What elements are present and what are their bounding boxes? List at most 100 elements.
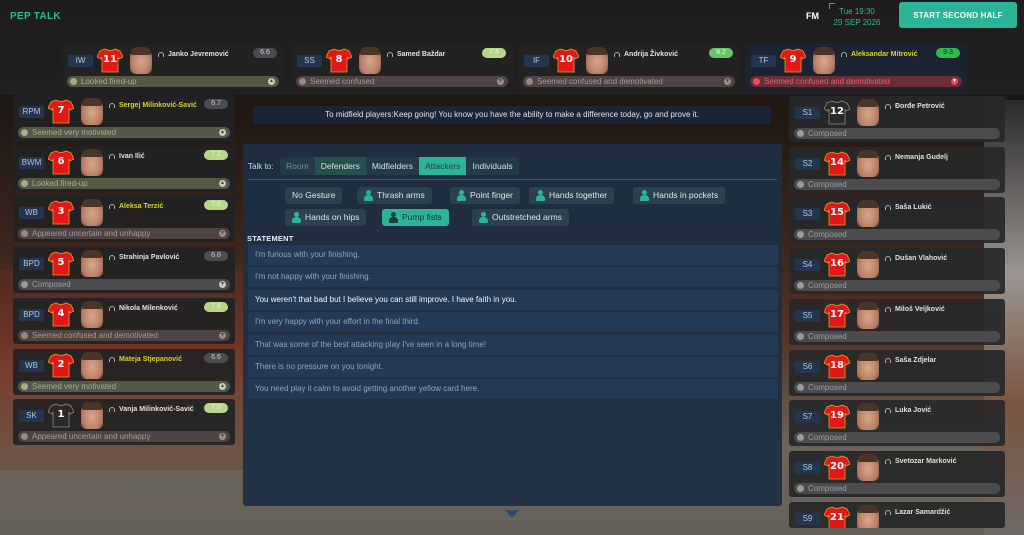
- game-day-time: Tue 19:30: [839, 7, 875, 16]
- tab-attackers[interactable]: Attackers: [419, 157, 467, 175]
- statement-option[interactable]: That was some of the best attacking play…: [248, 334, 778, 355]
- player-name[interactable]: Mateja Stjepanović: [119, 356, 182, 363]
- chevron-down-icon[interactable]: ▼: [219, 433, 226, 441]
- position-badge: BPD: [19, 258, 44, 271]
- gesture-hands-on-hips-button[interactable]: Hands on hips: [285, 209, 367, 226]
- gesture-hands-together-button[interactable]: Hands together: [529, 187, 615, 204]
- headset-icon: [109, 103, 115, 108]
- player-card[interactable]: SK 1 Vanja Milinković-Savić 7.0 Appeared unc…: [13, 399, 235, 446]
- player-name[interactable]: Janko Jevremović: [168, 51, 229, 58]
- morale-text: Seemed confused and demotivated: [764, 77, 890, 86]
- attacker-card[interactable]: TF 9 Aleksandar Mitrović 9.3 Seemed confused…: [745, 44, 967, 90]
- player-card[interactable]: RPM 7 Sergej Milinković-Savić 6.7 Seemed ver…: [13, 95, 235, 141]
- position-badge: WB: [19, 207, 44, 220]
- player-name[interactable]: Luka Jović: [895, 407, 931, 414]
- chevron-up-icon[interactable]: ▲: [219, 382, 226, 390]
- player-photo: [130, 47, 152, 74]
- player-name[interactable]: Vanja Milinković-Savić: [119, 406, 194, 413]
- player-name[interactable]: Svetozar Marković: [895, 458, 956, 465]
- substitute-card[interactable]: S5 17 Miloš Veljković Composed: [789, 298, 1005, 345]
- gesture-thrash-arms-button[interactable]: Thrash arms: [357, 187, 432, 204]
- player-card[interactable]: BPD 5 Strahinja Pavlović 6.8 Composed ▼: [13, 247, 235, 294]
- player-name[interactable]: Ivan Ilić: [119, 153, 145, 160]
- statement-option[interactable]: I'm very happy with your effort in the f…: [248, 312, 778, 333]
- gesture-label: No Gesture: [292, 190, 336, 200]
- substitute-card[interactable]: S1 12 Đorđe Petrović Composed: [789, 96, 1005, 142]
- attacker-card[interactable]: IW 11 Janko Jevremović 6.6 Looked fired-up ▲: [62, 44, 284, 90]
- player-name[interactable]: Andrija Živković: [624, 51, 678, 58]
- substitute-card[interactable]: S9 21 Lazar Samardžić: [789, 501, 1005, 528]
- player-card[interactable]: BWM 6 Ivan Ilić 7.2 Looked fired-up ▲: [13, 145, 235, 192]
- chevron-up-icon[interactable]: ▲: [219, 179, 226, 187]
- attacker-card[interactable]: SS 8 Samed Baždar 7.4 Seemed confused ▼: [291, 44, 513, 90]
- statement-option[interactable]: You need play it calm to avoid getting a…: [248, 379, 778, 400]
- gesture-hands-in-pockets-button[interactable]: Hands in pockets: [633, 187, 726, 204]
- scroll-down-arrow-icon[interactable]: [505, 510, 519, 518]
- chevron-up-icon[interactable]: ▲: [268, 78, 275, 85]
- player-card[interactable]: WB 2 Mateja Stjepanović 6.6 Seemed very moti…: [13, 348, 235, 395]
- tab-midfielders[interactable]: Midfielders: [366, 157, 419, 175]
- gesture-no-gesture-button[interactable]: No Gesture: [285, 187, 343, 204]
- statement-option[interactable]: I'm furious with your finishing.: [248, 245, 778, 265]
- match-rating: 6.7: [204, 99, 228, 109]
- morale-face-icon: [797, 130, 804, 137]
- player-name[interactable]: Saša Zdjelar: [895, 357, 936, 364]
- chevron-down-icon[interactable]: ▼: [724, 78, 731, 85]
- morale-text: Seemed very motivated: [32, 128, 117, 137]
- statement-option[interactable]: You weren't that bad but I believe you c…: [248, 289, 778, 310]
- substitute-card[interactable]: S7 19 Luka Jović Composed: [789, 400, 1005, 447]
- gesture-label: Hands in pockets: [653, 190, 719, 200]
- chevron-down-icon[interactable]: ▼: [951, 78, 958, 85]
- gesture-label: Hands on hips: [305, 212, 360, 222]
- match-rating: 7.0: [204, 403, 228, 414]
- shirt-icon: 16: [824, 252, 850, 277]
- tab-defenders[interactable]: Defenders: [314, 157, 366, 175]
- player-name[interactable]: Đorđe Petrović: [895, 103, 945, 110]
- shirt-icon: 7: [48, 99, 74, 124]
- shirt-icon: 2: [48, 353, 74, 378]
- chevron-down-icon[interactable]: ▼: [219, 281, 226, 289]
- substitute-card[interactable]: S8 20 Svetozar Marković Composed: [789, 450, 1005, 497]
- player-name[interactable]: Aleksandar Mitrović: [851, 51, 918, 58]
- chevron-down-icon[interactable]: ▼: [497, 78, 504, 85]
- player-name-row: Andrija Živković: [614, 51, 678, 58]
- substitute-card[interactable]: S6 18 Saša Zdjelar Composed: [789, 349, 1005, 396]
- player-name[interactable]: Strahinja Pavlović: [119, 254, 179, 261]
- player-name[interactable]: Saša Lukić: [895, 204, 932, 211]
- player-name[interactable]: Dušan Vlahović: [895, 255, 947, 262]
- position-badge: IW: [68, 55, 93, 67]
- statement-option[interactable]: There is no pressure on you tonight.: [248, 357, 778, 377]
- substitute-card[interactable]: S3 15 Saša Lukić Composed: [789, 197, 1005, 244]
- tab-individuals[interactable]: Individuals: [466, 157, 518, 175]
- headset-icon: [387, 52, 393, 57]
- gesture-point-finger-button[interactable]: Point finger: [450, 187, 520, 204]
- chevron-down-icon[interactable]: ▼: [219, 331, 226, 339]
- gesture-label: Outstretched arms: [492, 212, 562, 222]
- morale-bar: Seemed very motivated ▲: [18, 127, 230, 138]
- attacker-card[interactable]: IF 10 Andrija Živković 8.2 Seemed confused a…: [518, 44, 740, 90]
- position-badge: BWM: [19, 156, 44, 169]
- player-name[interactable]: Nikola Milenković: [119, 305, 178, 312]
- statement-option[interactable]: I'm not happy with your finishing.: [248, 267, 778, 288]
- player-photo: [81, 351, 103, 379]
- morale-bar: Composed: [794, 432, 1000, 444]
- substitute-card[interactable]: S4 16 Dušan Vlahović Composed: [789, 248, 1005, 295]
- morale-bar: Seemed confused ▼: [296, 76, 508, 87]
- player-card[interactable]: BPD 4 Nikola Milenković 7.6 Seemed confused …: [13, 297, 235, 344]
- player-card[interactable]: WB 3 Aleksa Terzić 7.6 Appeared uncertain an…: [13, 196, 235, 243]
- player-name[interactable]: Aleksa Terzić: [119, 203, 163, 210]
- player-name[interactable]: Nemanja Gudelj: [895, 154, 948, 161]
- shirt-icon: 6: [48, 150, 74, 175]
- player-name[interactable]: Sergej Milinković-Savić: [119, 102, 197, 109]
- player-name[interactable]: Lazar Samardžić: [895, 509, 950, 516]
- chevron-up-icon[interactable]: ▲: [219, 129, 226, 136]
- position-badge: S2: [795, 157, 820, 170]
- chevron-down-icon[interactable]: ▼: [219, 230, 226, 238]
- player-name-row: Lazar Samardžić: [885, 509, 950, 516]
- gesture-outstretched-arms-button[interactable]: Outstretched arms: [472, 209, 569, 226]
- start-second-half-button[interactable]: START SECOND HALF: [899, 2, 1017, 28]
- substitute-card[interactable]: S2 14 Nemanja Gudelj Composed: [789, 146, 1005, 193]
- gesture-pump-fists-button[interactable]: Pump fists: [382, 209, 449, 226]
- player-name[interactable]: Samed Baždar: [397, 51, 445, 58]
- player-name[interactable]: Miloš Veljković: [895, 306, 945, 313]
